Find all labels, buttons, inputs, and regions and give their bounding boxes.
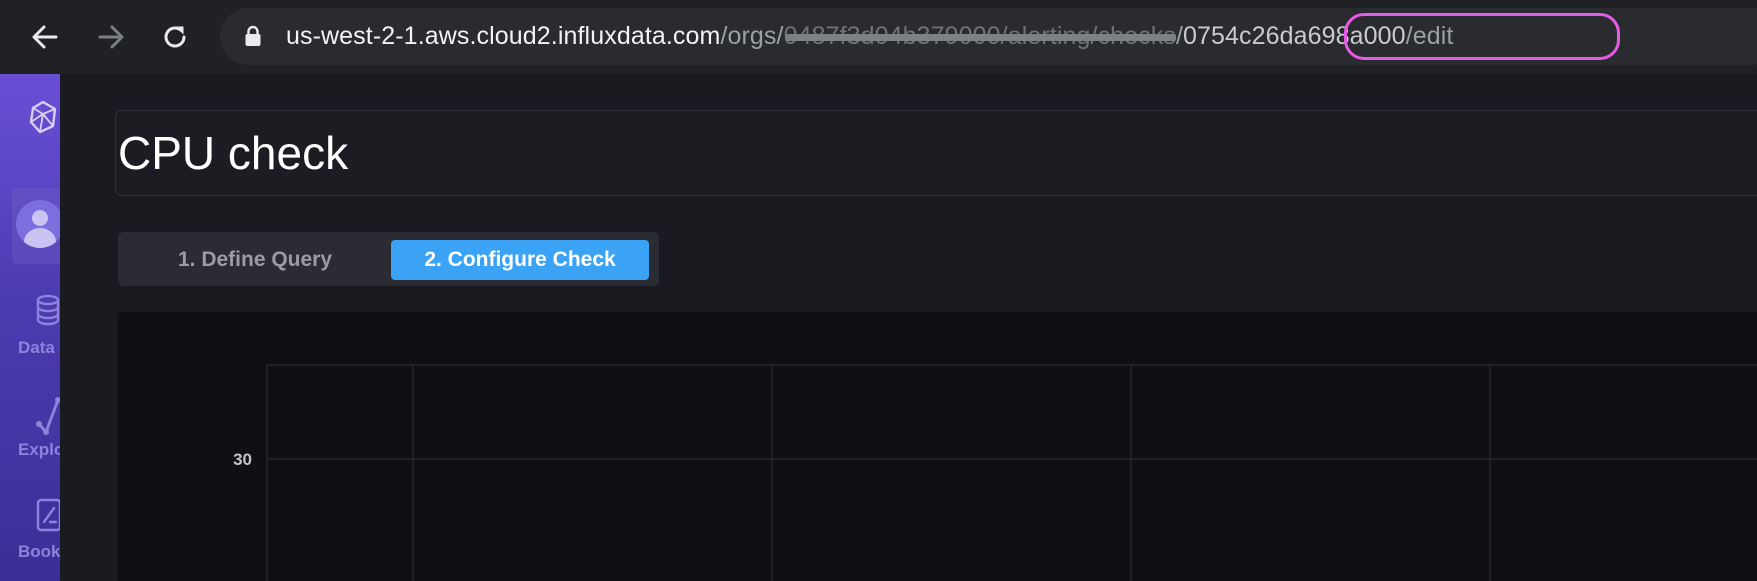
sidebar-item-label: Data <box>18 338 55 357</box>
check-id-highlight <box>1344 13 1620 60</box>
sidebar-item-books[interactable]: Books <box>0 498 60 568</box>
back-button[interactable] <box>22 14 68 60</box>
avatar[interactable] <box>16 200 60 248</box>
graph-icon <box>36 397 60 435</box>
check-graph-panel: 30 <box>118 312 1757 581</box>
check-name-field[interactable]: CPU check <box>115 110 1757 196</box>
nav-sidebar: Data Explore Books <box>0 74 60 581</box>
url-host: us-west-2-1.aws.cloud2.influxdata.com <box>286 22 721 50</box>
url-redacted-segment: 0487f3d04b379000/alerting/checks <box>784 8 1177 65</box>
avatar-body-icon <box>24 228 56 248</box>
forward-button[interactable] <box>88 14 134 60</box>
tab-configure-check[interactable]: 2. Configure Check <box>391 240 649 280</box>
forward-arrow-icon <box>98 25 124 49</box>
check-editor: CPU check 1. Define Query 2. Configure C… <box>60 74 1757 581</box>
influxdb-app: Data Explore Books <box>0 74 1757 581</box>
check-title: CPU check <box>118 127 349 179</box>
check-step-tabs: 1. Define Query 2. Configure Check <box>118 232 659 286</box>
browser-toolbar: us-west-2-1.aws.cloud2.influxdata.com/or… <box>0 0 1757 74</box>
url-orgs-segment: /orgs/ <box>720 22 784 50</box>
reload-button[interactable] <box>152 14 198 60</box>
check-graph: 30 <box>233 364 1757 581</box>
reload-icon <box>164 26 186 48</box>
lock-icon <box>245 25 261 46</box>
sidebar-item-label: Books <box>18 542 60 561</box>
url-slash: / <box>1175 22 1184 50</box>
y-tick-label: 30 <box>233 450 252 469</box>
sidebar-item-data[interactable]: Data <box>0 294 60 364</box>
sidebar-item-label: Explore <box>18 440 60 459</box>
notebook-icon <box>36 498 60 532</box>
influxdb-logo-icon[interactable] <box>28 100 58 134</box>
url-text: us-west-2-1.aws.cloud2.influxdata.com/or… <box>286 8 1453 65</box>
avatar-head-icon <box>32 210 48 226</box>
sidebar-item-explore[interactable]: Explore <box>0 396 60 466</box>
database-icon <box>36 294 60 326</box>
back-arrow-icon <box>32 25 58 49</box>
tab-define-query[interactable]: 1. Define Query <box>126 240 384 280</box>
